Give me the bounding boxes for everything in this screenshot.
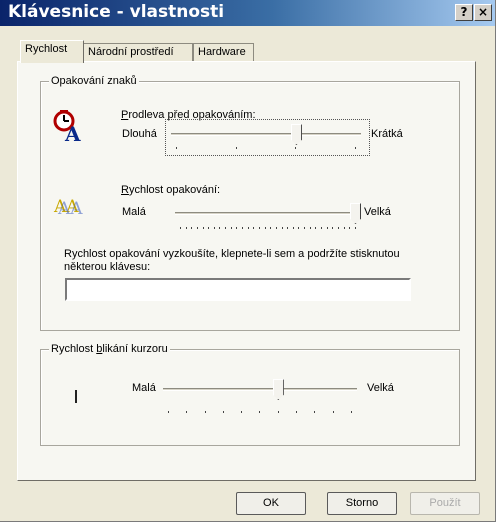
slider-tick	[314, 411, 316, 413]
slider-tick	[222, 411, 224, 413]
slider-tick	[332, 227, 334, 229]
slider-tick	[191, 227, 193, 229]
svg-text:AA: AA	[57, 199, 83, 218]
apply-button[interactable]: Použít	[410, 492, 480, 515]
slider-tick	[296, 411, 298, 413]
window-title: Klávesnice - vlastnosti	[8, 2, 225, 22]
slider-tick	[304, 227, 306, 229]
slider-tick	[275, 227, 277, 229]
slider-tick	[321, 227, 323, 229]
slider-tick	[343, 227, 345, 229]
slider-tick	[287, 227, 289, 229]
title-bar[interactable]: Klávesnice - vlastnosti ? ×	[0, 0, 495, 26]
slider-tick	[202, 227, 204, 229]
slider-tick	[270, 227, 272, 229]
help-button[interactable]: ?	[455, 4, 473, 21]
slider-tick	[259, 411, 261, 413]
slider-tick	[186, 411, 188, 413]
test-prompt: Rychlost opakování vyzkoušíte, klepnete-…	[64, 248, 400, 273]
delay-min-label: Dlouhá	[122, 128, 157, 140]
tab-rychlost[interactable]: Rychlost	[20, 40, 84, 63]
repeat-group: Opakování znaků A Prodleva před opakován…	[40, 75, 460, 331]
slider-tick	[168, 411, 169, 413]
slider-tick	[326, 227, 328, 229]
slider-tick	[309, 227, 311, 229]
slider-tick	[292, 227, 294, 229]
slider-tick	[196, 227, 198, 229]
slider-tick	[235, 147, 237, 149]
slider-tick	[253, 227, 255, 229]
repeat-rate-icon: AA AA	[53, 197, 83, 218]
slider-tick	[295, 147, 297, 149]
slider-tick	[242, 227, 244, 229]
properties-dialog: Klávesnice - vlastnosti ? × Rychlost Nár…	[0, 0, 496, 522]
cursor-blink-slider-thumb[interactable]	[272, 379, 284, 400]
slider-tick	[277, 411, 279, 413]
slider-tick	[354, 227, 356, 229]
repeat-test-input[interactable]	[65, 278, 411, 301]
delay-glyph: A	[64, 122, 81, 144]
delay-slider-ticks	[176, 147, 356, 150]
cursor-blink-slider[interactable]	[163, 376, 357, 416]
slider-tick	[247, 227, 249, 229]
slider-tick	[298, 227, 300, 229]
slider-tick	[281, 227, 283, 229]
slider-tick	[180, 227, 181, 229]
tab-narodni-prostredi[interactable]: Národní prostředí	[83, 43, 193, 62]
cursor-max-label: Velká	[367, 382, 394, 394]
slider-tick	[354, 147, 356, 149]
blinking-cursor-icon	[75, 390, 77, 403]
slider-tick	[208, 227, 210, 229]
slider-tick	[219, 227, 221, 229]
slider-tick	[225, 227, 227, 229]
slider-tick	[185, 227, 187, 229]
delay-max-label: Krátká	[371, 128, 403, 140]
slider-tick	[258, 227, 260, 229]
slider-tick	[337, 227, 339, 229]
cancel-button[interactable]: Storno	[327, 492, 397, 515]
slider-tick	[176, 147, 177, 149]
tab-panel: Opakování znaků A Prodleva před opakován…	[17, 61, 476, 481]
slider-tick	[332, 411, 334, 413]
slider-tick	[204, 411, 206, 413]
rate-slider[interactable]	[175, 200, 361, 232]
slider-tick	[230, 227, 232, 229]
delay-slider[interactable]	[171, 123, 361, 153]
cursor-min-label: Malá	[132, 382, 156, 394]
rate-min-label: Malá	[122, 206, 146, 218]
close-button[interactable]: ×	[474, 4, 492, 21]
slider-tick	[349, 227, 351, 229]
slider-tick	[213, 227, 215, 229]
delay-slider-thumb[interactable]	[290, 124, 302, 145]
rate-slider-ticks	[180, 227, 356, 230]
tab-hardware[interactable]: Hardware	[193, 43, 254, 62]
cursor-blink-group-title: Rychlost blikání kurzoru	[49, 343, 170, 355]
ok-button[interactable]: OK	[236, 492, 306, 515]
slider-tick	[241, 411, 243, 413]
cursor-blink-group: Rychlost blikání kurzoru Malá Velká	[40, 343, 460, 446]
slider-tick	[350, 411, 352, 413]
repeat-delay-icon: A	[53, 110, 81, 144]
rate-max-label: Velká	[364, 206, 391, 218]
repeat-group-title: Opakování znaků	[49, 75, 139, 87]
rate-label: Rychlost opakování:	[121, 184, 221, 196]
slider-tick	[236, 227, 238, 229]
slider-tick	[315, 227, 317, 229]
rate-slider-thumb[interactable]	[350, 203, 361, 224]
slider-tick	[264, 227, 266, 229]
cursor-blink-slider-ticks	[168, 411, 352, 414]
